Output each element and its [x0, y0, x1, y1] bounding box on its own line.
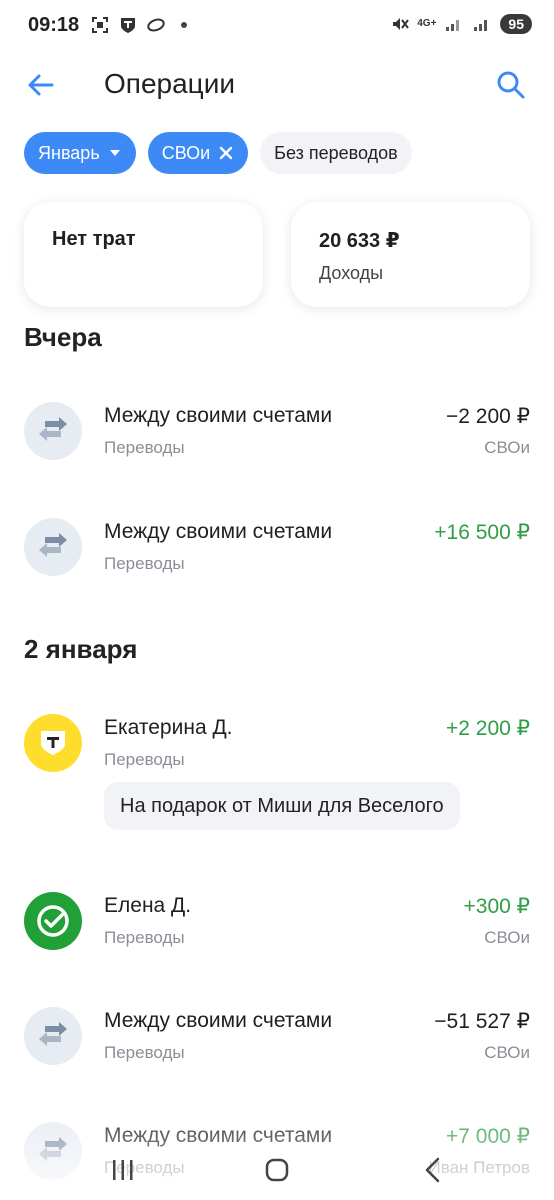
- operation-account: СВОи: [484, 928, 530, 947]
- screenshot-icon: [90, 15, 110, 35]
- operation-name: Между своими счетами: [104, 520, 333, 543]
- operation-amount: +2 200 ₽: [445, 717, 530, 740]
- operation-name: Елена Д.: [104, 894, 192, 917]
- back-nav-button[interactable]: [413, 1152, 453, 1188]
- chevron-left-icon: [425, 1157, 440, 1183]
- income-card[interactable]: 20 633 ₽ Доходы: [291, 202, 530, 307]
- status-system-icons: 4G+ 95: [389, 14, 532, 34]
- month-filter-chip[interactable]: Январь: [24, 132, 136, 174]
- operation-comment: На подарок от Миши для Веселого: [104, 782, 460, 830]
- close-icon[interactable]: [218, 145, 234, 161]
- operation-row[interactable]: Между своими счетами Переводы −51 527 ₽ …: [24, 1005, 530, 1075]
- account-filter-label: СВОи: [161, 142, 211, 163]
- transfer-avatar: [24, 1007, 82, 1065]
- operation-amount: −2 200 ₽: [445, 405, 530, 428]
- operation-category: Переводы: [104, 554, 185, 573]
- tbank-logo-icon: [41, 731, 65, 755]
- home-icon: [265, 1158, 289, 1182]
- operation-account: СВОи: [484, 438, 530, 457]
- sber-logo-icon: [37, 905, 69, 937]
- section-title: Вчера: [24, 322, 102, 352]
- operation-amount: +300 ₽: [463, 895, 531, 918]
- operation-name: Между своими счетами: [104, 404, 333, 427]
- section-title: 2 января: [24, 634, 138, 664]
- operation-row[interactable]: Между своими счетами Переводы −2 200 ₽ С…: [24, 400, 530, 470]
- dot-icon: [174, 15, 194, 35]
- signal-icon: [444, 14, 464, 34]
- mute-icon: [389, 14, 410, 34]
- header: Операции: [0, 58, 554, 110]
- page-title: Операции: [104, 68, 235, 99]
- month-filter-label: Январь: [38, 142, 100, 163]
- operation-account: СВОи: [484, 1043, 530, 1062]
- search-button[interactable]: [494, 68, 528, 102]
- transfer-avatar: [24, 402, 82, 460]
- sber-avatar: [24, 892, 82, 950]
- filter-chips: Январь СВОи Без переводов: [24, 132, 412, 174]
- operation-row[interactable]: Елена Д. Переводы +300 ₽ СВОи: [24, 890, 530, 960]
- signal-icon-2: [472, 14, 492, 34]
- recent-apps-icon: [113, 1160, 133, 1180]
- transfer-arrows-icon: [39, 1022, 67, 1046]
- transfer-avatar: [24, 518, 82, 576]
- operation-category: Переводы: [104, 750, 185, 769]
- operation-category: Переводы: [104, 1043, 185, 1062]
- system-navigation-bar: [0, 1140, 554, 1200]
- home-button[interactable]: [257, 1152, 297, 1188]
- expenses-label: Нет трат: [52, 228, 136, 250]
- transfer-arrows-icon: [39, 417, 67, 441]
- no-transfers-label: Без переводов: [274, 142, 398, 163]
- operation-row[interactable]: Екатерина Д. Переводы +2 200 ₽: [24, 712, 530, 782]
- tbank-avatar: [24, 714, 82, 772]
- operation-category: Переводы: [104, 928, 185, 947]
- no-transfers-chip[interactable]: Без переводов: [260, 132, 412, 174]
- operation-amount: −51 527 ₽: [434, 1010, 530, 1033]
- back-button[interactable]: [24, 68, 58, 102]
- operation-category: Переводы: [104, 438, 185, 457]
- arrow-left-icon: [28, 74, 54, 96]
- battery-indicator: 95: [500, 14, 532, 34]
- income-label: Доходы: [319, 263, 384, 283]
- summary-cards: Нет трат 20 633 ₽ Доходы: [24, 202, 530, 307]
- caret-down-icon: [109, 150, 120, 156]
- network-type-label: 4G+: [417, 18, 437, 29]
- operation-name: Екатерина Д.: [104, 716, 233, 739]
- recent-apps-button[interactable]: [103, 1152, 143, 1188]
- bank-app-icon: [118, 15, 138, 35]
- search-icon: [497, 71, 525, 99]
- status-notification-icons: [90, 15, 194, 35]
- operation-row[interactable]: Между своими счетами Переводы +16 500 ₽: [24, 516, 530, 586]
- account-filter-chip[interactable]: СВОи: [147, 132, 249, 174]
- income-amount: 20 633 ₽: [319, 230, 400, 252]
- operation-name: Между своими счетами: [104, 1009, 333, 1032]
- status-bar: 09:18 4G+ 95: [0, 0, 554, 52]
- status-time: 09:18: [28, 14, 80, 36]
- operation-amount: +16 500 ₽: [434, 521, 530, 544]
- cloud-app-icon: [146, 15, 166, 35]
- expenses-card[interactable]: Нет трат: [24, 202, 263, 307]
- transfer-arrows-icon: [39, 533, 67, 557]
